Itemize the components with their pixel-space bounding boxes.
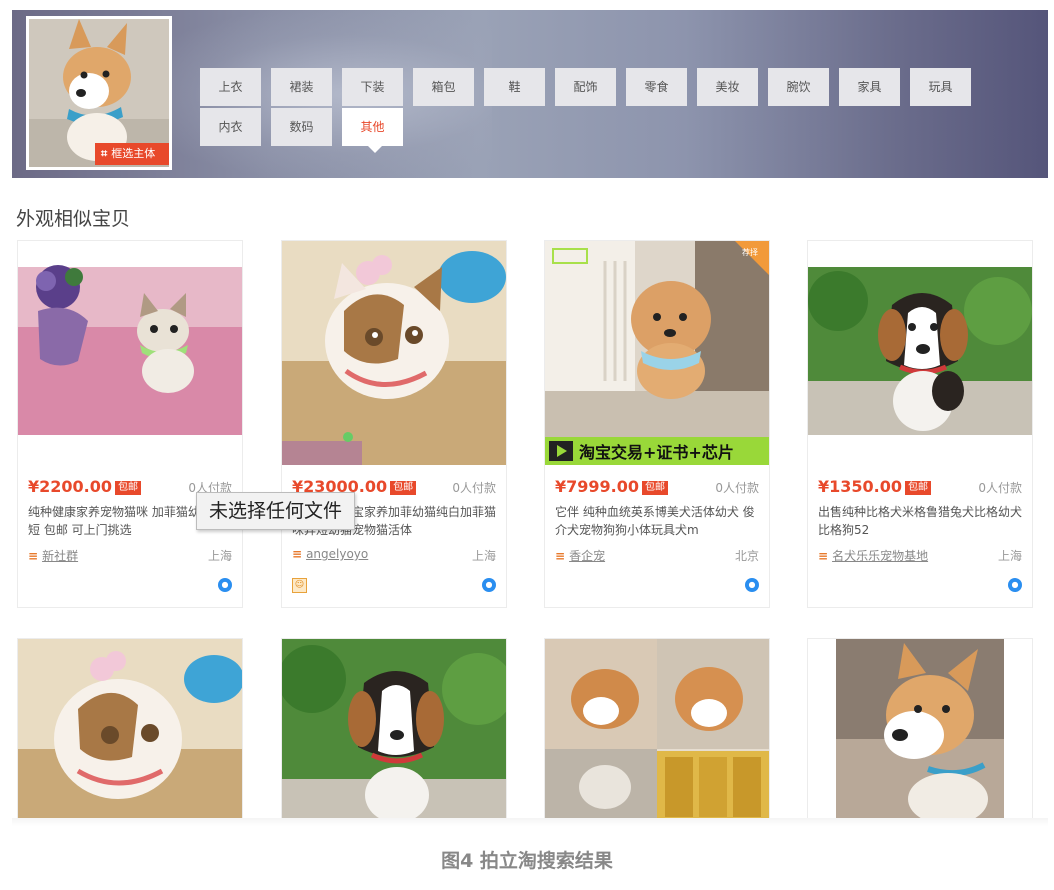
divider [12,818,1048,826]
category-tab-drinks[interactable]: 腕饮 [768,68,829,106]
wangwang-chat-icon[interactable]: ● [218,578,232,592]
category-tab-bags[interactable]: 箱包 [413,68,474,106]
product-image[interactable] [18,639,242,820]
product-card[interactable]: ¥23000.00 包邮 0人付款 日本宠物宝宝家养加菲幼猫纯白加菲猫咪异短幼猫宠… [281,240,507,608]
category-tab-skirts[interactable]: 裙装 [271,68,332,106]
category-tab-accessories[interactable]: 配饰 [555,68,616,106]
seller-link[interactable]: angelyoyo [306,547,368,561]
seller-location: 北京 [734,549,759,563]
product-card[interactable] [17,638,243,820]
seller-location: 上海 [997,549,1022,563]
product-title[interactable]: 它伴 纯种血统英系博美犬活体幼犬 俊介犬宠物狗狗小体玩具犬m [555,503,759,539]
section-title: 外观相似宝贝 [16,208,131,230]
product-card[interactable] [281,638,507,820]
product-image[interactable] [18,241,242,465]
product-price: ¥7999.00 [555,477,640,496]
product-card[interactable]: ¥1350.00 包邮 0人付款 出售纯种比格犬米格鲁猎兔犬比格幼犬比格狗52 ≡… [807,240,1033,608]
seller-link[interactable]: 名犬乐乐宠物基地 [832,549,928,563]
wangwang-chat-icon[interactable]: ● [1008,578,1022,592]
product-price: ¥2200.00 [28,477,113,496]
shop-icon: ≡ [292,547,303,561]
shop-icon: ≡ [28,549,39,563]
category-tab-beauty[interactable]: 美妆 [697,68,758,106]
product-image[interactable] [282,639,506,820]
figure-caption: 图4 拍立淘搜索结果 [441,850,613,872]
product-image[interactable] [282,241,506,465]
product-card[interactable] [807,638,1033,820]
product-image[interactable] [808,639,1032,820]
product-price: ¥1350.00 [818,477,903,496]
paid-count: 0人付款 [978,481,1022,495]
wangwang-chat-icon[interactable]: ● [482,578,496,592]
product-image[interactable] [808,241,1032,465]
paid-count: 0人付款 [452,481,496,495]
shop-icon: ≡ [555,549,566,563]
image-overlay-text: 淘宝交易+证书+芯片 [579,443,734,462]
category-tab-underwear[interactable]: 内衣 [200,108,261,146]
category-tab-digital[interactable]: 数码 [271,108,332,146]
free-shipping-badge: 包邮 [642,481,669,495]
category-tab-tops[interactable]: 上衣 [200,68,261,106]
seller-link[interactable]: 香企宠 [569,549,605,563]
category-tab-bottoms[interactable]: 下装 [342,68,403,106]
crop-icon: ⌗ [101,147,108,160]
product-title[interactable]: 出售纯种比格犬米格鲁猎兔犬比格幼犬比格狗52 [818,503,1022,539]
crop-subject-button[interactable]: ⌗ 框选主体 [95,143,169,165]
category-tab-toys[interactable]: 玩具 [910,68,971,106]
category-tab-shoes[interactable]: 鞋 [484,68,545,106]
image-search-banner: ⌗ 框选主体 上衣 裙装 下装 箱包 鞋 配饰 零食 美妆 腕饮 家具 玩具 内衣… [12,10,1048,178]
product-image[interactable]: 荐择 淘宝交易+证书+芯片 [545,241,769,465]
product-card[interactable]: 荐择 淘宝交易+证书+芯片 ¥7999.00 包邮 0人付款 它伴 纯种血统英系博… [544,240,770,608]
free-shipping-badge: 包邮 [390,481,417,495]
category-tab-snacks[interactable]: 零食 [626,68,687,106]
file-input-tooltip: 未选择任何文件 [196,492,356,530]
paid-count: 0人付款 [715,481,759,495]
wangwang-chat-icon[interactable]: ● [745,578,759,592]
query-image-thumbnail[interactable]: ⌗ 框选主体 [26,16,172,170]
seller-location: 上海 [471,549,496,563]
free-shipping-badge: 包邮 [115,481,142,495]
shop-level-icon: ☺ [292,578,307,593]
category-tab-other[interactable]: 其他 [342,108,403,153]
shop-icon: ≡ [818,549,829,563]
seller-location: 上海 [207,549,232,563]
corner-label: 荐择 [742,247,758,257]
free-shipping-badge: 包邮 [905,481,932,495]
category-tab-furniture[interactable]: 家具 [839,68,900,106]
product-card[interactable]: ¥2200.00 包邮 0人付款 纯种健康家养宠物猫咪 加菲猫幼猫 异短 包邮 可… [17,240,243,608]
product-image[interactable] [545,639,769,820]
product-card[interactable] [544,638,770,820]
seller-link[interactable]: 新社群 [42,549,78,563]
